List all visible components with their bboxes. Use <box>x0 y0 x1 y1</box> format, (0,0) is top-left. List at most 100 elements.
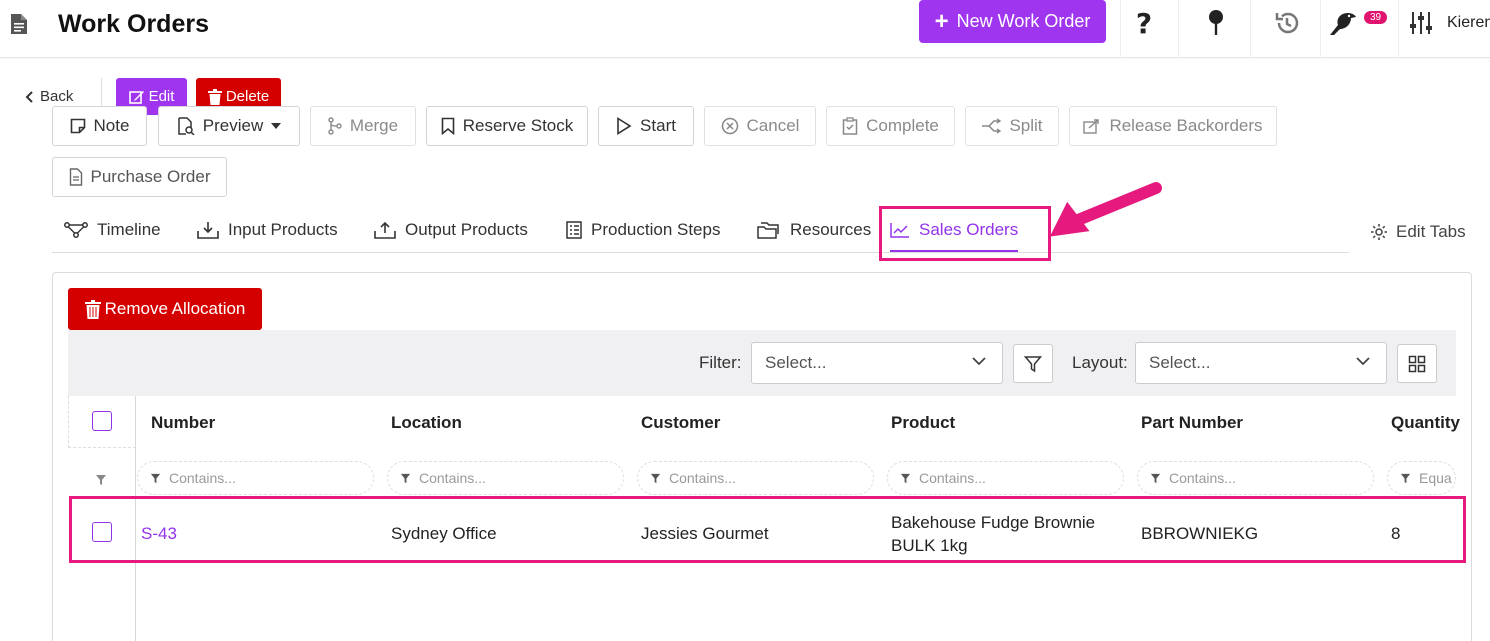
tab-resources-label: Resources <box>790 219 872 239</box>
filter-select[interactable]: Select... <box>751 342 1003 384</box>
bookmark-icon <box>441 117 455 135</box>
merge-icon <box>328 117 342 135</box>
cancel-circle-icon <box>721 117 738 135</box>
history-icon[interactable] <box>1272 8 1302 38</box>
play-icon <box>617 117 632 135</box>
column-filter-location[interactable]: Contains... <box>387 461 624 495</box>
filter-select-value: Select... <box>765 353 827 372</box>
chevron-down-icon <box>1356 357 1370 366</box>
column-header-quantity[interactable]: Quantity <box>1391 413 1460 433</box>
tab-output-products-label: Output Products <box>405 219 528 239</box>
new-work-order-label: New Work Order <box>956 11 1091 31</box>
complete-button[interactable]: Complete <box>826 106 955 146</box>
topbar-divider <box>1178 0 1179 58</box>
tab-timeline[interactable]: Timeline <box>64 206 161 253</box>
funnel-icon <box>650 473 661 483</box>
settings-sliders-icon[interactable] <box>1406 8 1436 38</box>
delete-label: Delete <box>225 88 270 105</box>
tab-output-products[interactable]: Output Products <box>374 206 528 253</box>
tab-resources[interactable]: Resources <box>757 206 871 253</box>
split-icon <box>982 118 1002 134</box>
column-filter-customer[interactable]: Contains... <box>637 461 874 495</box>
layout-select-value: Select... <box>1149 353 1211 372</box>
edit-label: Edit <box>148 88 175 105</box>
column-header-part-number[interactable]: Part Number <box>1141 413 1243 433</box>
plus-icon: + <box>934 7 949 35</box>
column-header-customer[interactable]: Customer <box>641 413 720 433</box>
file-icon <box>69 168 82 186</box>
merge-button[interactable]: Merge <box>310 106 416 146</box>
column-header-number[interactable]: Number <box>151 413 215 433</box>
select-all-checkbox[interactable] <box>92 411 112 431</box>
filter-label: Filter: <box>699 353 742 372</box>
edit-icon <box>128 90 144 104</box>
split-label: Split <box>1009 116 1043 135</box>
column-filter-placeholder: Contains... <box>919 470 986 486</box>
column-header-location[interactable]: Location <box>391 413 462 433</box>
complete-label: Complete <box>866 116 939 135</box>
outbox-upload-icon <box>374 221 396 239</box>
reserve-stock-button[interactable]: Reserve Stock <box>426 106 588 146</box>
release-backorders-label: Release Backorders <box>1109 116 1263 135</box>
layout-grid-button[interactable] <box>1397 344 1437 383</box>
tab-production-steps[interactable]: Production Steps <box>566 206 720 253</box>
funnel-icon <box>1150 473 1161 483</box>
svg-text:?: ? <box>1136 9 1152 37</box>
topbar-divider <box>1398 0 1399 58</box>
user-name[interactable]: Kieren <box>1447 14 1490 32</box>
grid-layout-icon <box>1408 355 1426 372</box>
share-icon <box>1083 119 1100 134</box>
preview-label: Preview <box>202 116 264 135</box>
merge-label: Merge <box>349 116 399 135</box>
layout-label: Layout: <box>1072 353 1128 372</box>
filter-funnel-button[interactable] <box>1013 344 1053 383</box>
column-filter-quantity[interactable]: Equa <box>1387 461 1456 495</box>
layout-select[interactable]: Select... <box>1135 342 1387 384</box>
tab-input-products[interactable]: Input Products <box>197 206 338 253</box>
column-filter-number[interactable]: Contains... <box>137 461 374 495</box>
timeline-icon <box>64 221 88 238</box>
preview-button[interactable]: Preview <box>158 106 300 146</box>
topbar-divider <box>1320 0 1321 58</box>
purchase-order-button[interactable]: Purchase Order <box>52 157 227 197</box>
notification-badge: 39 <box>1364 11 1388 24</box>
funnel-icon <box>400 473 411 483</box>
help-icon[interactable]: ? <box>1129 8 1159 38</box>
list-steps-icon <box>566 220 582 239</box>
release-backorders-button[interactable]: Release Backorders <box>1069 106 1277 146</box>
funnel-icon <box>1024 355 1042 372</box>
cancel-button[interactable]: Cancel <box>704 106 816 146</box>
edit-tabs-label: Edit Tabs <box>1396 222 1466 241</box>
funnel-icon <box>96 475 106 485</box>
new-work-order-button[interactable]: + New Work Order <box>919 0 1106 43</box>
split-button[interactable]: Split <box>965 106 1059 146</box>
preview-icon <box>178 117 195 135</box>
column-filter-placeholder: Contains... <box>419 470 486 486</box>
column-filter-part-number[interactable]: Contains... <box>1137 461 1374 495</box>
reserve-stock-label: Reserve Stock <box>462 116 574 135</box>
page-title: Work Orders <box>58 10 209 38</box>
note-label: Note <box>93 116 130 135</box>
edit-tabs-button[interactable]: Edit Tabs <box>1370 222 1466 242</box>
cancel-label: Cancel <box>746 116 800 135</box>
remove-allocation-button[interactable]: Remove Allocation <box>68 288 262 330</box>
column-filter-placeholder: Contains... <box>669 470 736 486</box>
note-button[interactable]: Note <box>52 106 147 146</box>
bird-icon[interactable] <box>1328 8 1358 38</box>
gear-icon <box>1371 224 1387 240</box>
column-filter-product[interactable]: Contains... <box>887 461 1124 495</box>
back-link[interactable]: Back <box>24 88 73 105</box>
tab-input-products-label: Input Products <box>228 219 338 239</box>
row-highlight-box <box>69 496 1466 563</box>
column-header-product[interactable]: Product <box>891 413 955 433</box>
clipboard-check-icon <box>842 117 858 135</box>
pin-icon[interactable] <box>1201 8 1231 38</box>
folders-icon <box>757 221 779 239</box>
topbar-divider <box>1250 0 1251 58</box>
start-button[interactable]: Start <box>598 106 694 146</box>
column-filter-placeholder: Contains... <box>169 470 236 486</box>
note-icon <box>70 118 85 134</box>
inbox-download-icon <box>197 221 219 239</box>
funnel-icon <box>1400 473 1411 483</box>
purchase-order-label: Purchase Order <box>90 167 211 186</box>
